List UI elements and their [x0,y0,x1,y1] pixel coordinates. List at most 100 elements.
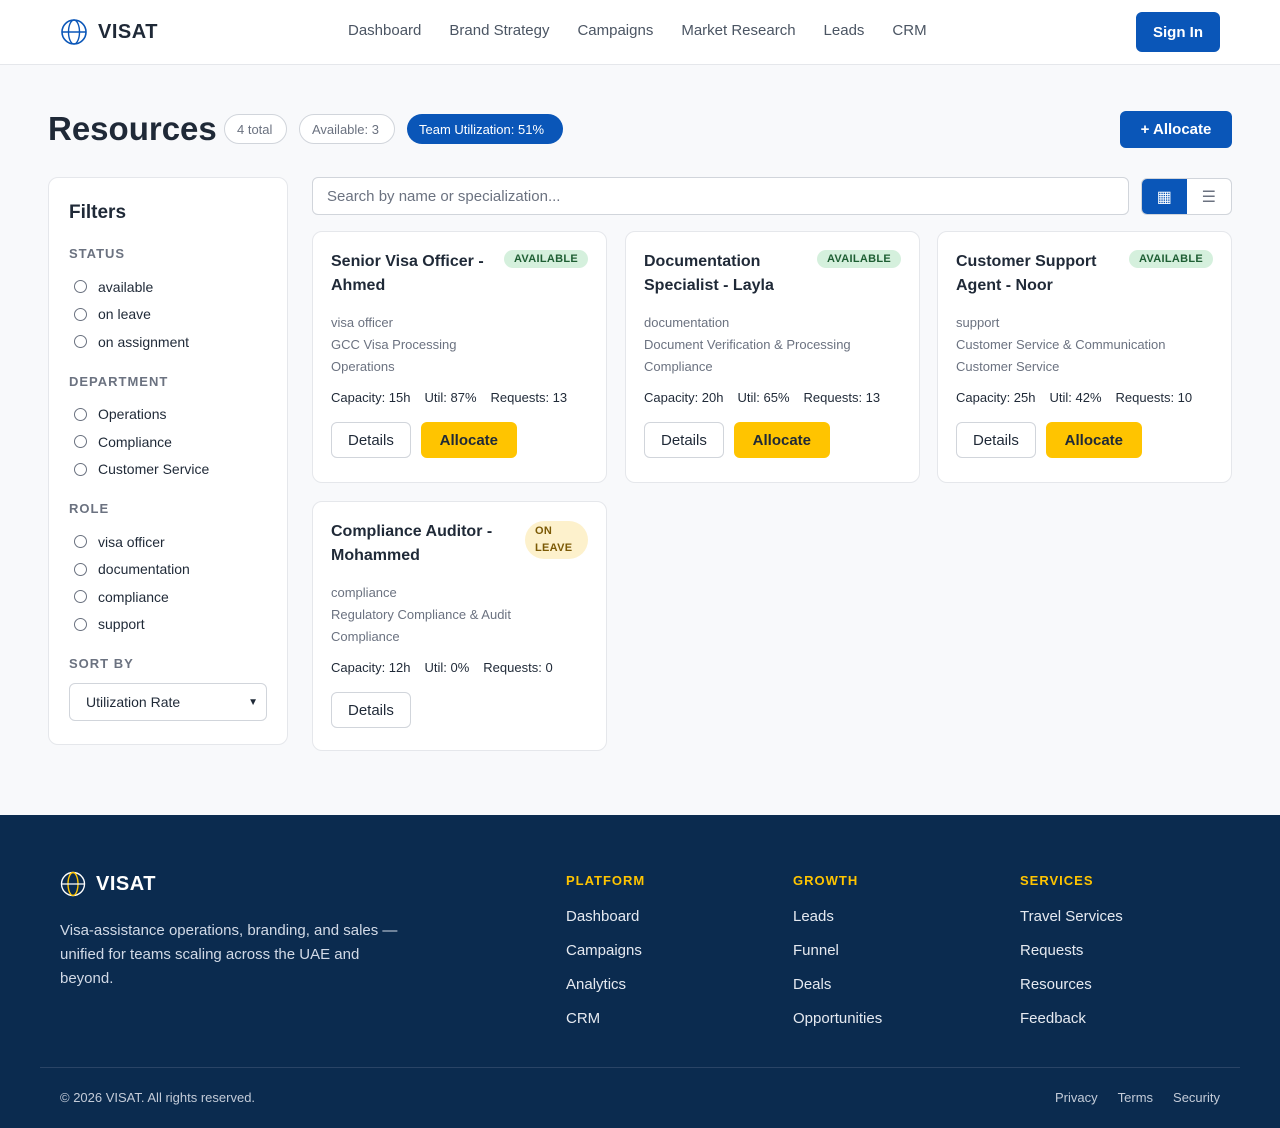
card-actions: Details Allocate [644,422,901,458]
radio-icon[interactable] [74,407,87,421]
resource-card: Senior Visa Officer - Ahmed AVAILABLE vi… [312,231,607,483]
footer-link-feedback[interactable]: Feedback [1020,1010,1123,1044]
footer-link-dashboard[interactable]: Dashboard [566,908,645,942]
footer-link-resources[interactable]: Resources [1020,976,1123,1010]
resource-department: Customer Service [956,359,1060,374]
status-option-on-assignment[interactable]: on assignment [69,328,267,356]
department-option-label: Operations [98,406,167,423]
details-button[interactable]: Details [331,692,411,728]
department-option-compliance[interactable]: Compliance [69,428,267,456]
sort-selected-value: Utilization Rate [86,694,181,710]
resource-role: compliance [331,585,397,600]
department-option-customer-service[interactable]: Customer Service [69,456,267,484]
card-actions: Details [331,692,588,728]
details-button[interactable]: Details [644,422,724,458]
footer-link-funnel[interactable]: Funnel [793,942,882,976]
status-option-available[interactable]: available [69,273,267,301]
radio-icon[interactable] [74,435,87,449]
status-filter-title: Status [69,246,126,261]
details-button[interactable]: Details [331,422,411,458]
radio-icon[interactable] [74,535,87,549]
top-navbar: VISAT Dashboard Brand Strategy Campaigns… [0,0,1280,65]
footer-link-crm[interactable]: CRM [566,1010,645,1044]
nav-leads[interactable]: Leads [824,22,865,39]
nav-brand-strategy[interactable]: Brand Strategy [449,22,549,39]
nav-market-research[interactable]: Market Research [681,22,795,39]
department-option-label: Compliance [98,433,172,450]
requests-stat: Requests: 13 [490,390,568,405]
role-option-documentation[interactable]: documentation [69,556,267,584]
resource-meta: documentation Document Verification & Pr… [644,312,901,378]
requests-stat: Requests: 10 [1115,390,1193,405]
brand[interactable]: VISAT [60,18,158,46]
radio-icon[interactable] [74,335,87,349]
copyright-text: © 2026 VISAT. All rights reserved. [60,1090,256,1105]
resource-meta: visa officer GCC Visa Processing Operati… [331,312,588,378]
sort-select[interactable]: Utilization Rate ▼ [69,683,267,721]
footer-link-analytics[interactable]: Analytics [566,976,645,1010]
util-stat: Util: 87% [424,390,477,405]
status-filter-group: Status available on leave on assignment [69,246,267,356]
util-stat: Util: 0% [424,660,470,675]
main-nav: Dashboard Brand Strategy Campaigns Marke… [348,22,927,39]
status-option-label: on leave [98,306,151,323]
nav-campaigns[interactable]: Campaigns [577,22,653,39]
footer-divider [40,1067,1240,1068]
resource-specialization: Document Verification & Processing [644,337,851,352]
resource-specialization: Customer Service & Communication [956,337,1166,352]
search-input[interactable] [312,177,1129,215]
nav-crm[interactable]: CRM [892,22,926,39]
nav-dashboard[interactable]: Dashboard [348,22,421,39]
card-allocate-button[interactable]: Allocate [420,422,517,458]
resource-card: Documentation Specialist - Layla AVAILAB… [625,231,920,483]
card-allocate-button[interactable]: Allocate [1045,422,1142,458]
resource-role: visa officer [331,315,393,330]
role-option-visa-officer[interactable]: visa officer [69,528,267,556]
resource-stats: Capacity: 12h Util: 0% Requests: 0 [331,660,588,675]
resource-meta: compliance Regulatory Compliance & Audit… [331,582,588,648]
footer-link-deals[interactable]: Deals [793,976,882,1010]
resource-title: Senior Visa Officer - Ahmed [331,253,484,294]
radio-icon[interactable] [74,590,87,604]
requests-stat: Requests: 13 [803,390,881,405]
radio-icon[interactable] [74,307,87,321]
footer-link-leads[interactable]: Leads [793,908,882,942]
resource-title: Compliance Auditor - Mohammed [331,523,493,564]
status-option-on-leave[interactable]: on leave [69,301,267,329]
footer-link-requests[interactable]: Requests [1020,942,1123,976]
radio-icon[interactable] [74,462,87,476]
team-utilization-badge: Team Utilization: 51% [407,114,563,144]
role-option-label: visa officer [98,533,165,550]
role-option-label: documentation [98,561,190,578]
resource-card: Compliance Auditor - Mohammed ON LEAVE c… [312,501,607,751]
privacy-link[interactable]: Privacy [1055,1090,1098,1105]
footer-link-opportunities[interactable]: Opportunities [793,1010,882,1044]
radio-icon[interactable] [74,280,87,294]
page-title: Resources [48,110,217,147]
status-badge: ON LEAVE [525,521,588,559]
capacity-stat: Capacity: 25h [956,390,1036,405]
terms-link[interactable]: Terms [1118,1090,1153,1105]
grid-view-icon[interactable]: ▦ [1142,179,1187,214]
resource-stats: Capacity: 25h Util: 42% Requests: 10 [956,390,1213,405]
footer-column-growth: Growth Leads Funnel Deals Opportunities [793,873,882,1044]
footer-link-campaigns[interactable]: Campaigns [566,942,645,976]
filters-panel: Filters Status available on leave on ass… [48,177,288,745]
details-button[interactable]: Details [956,422,1036,458]
department-option-operations[interactable]: Operations [69,401,267,429]
role-option-compliance[interactable]: compliance [69,583,267,611]
security-link[interactable]: Security [1173,1090,1220,1105]
allocate-button[interactable]: + Allocate [1120,111,1232,148]
footer-link-travel-services[interactable]: Travel Services [1020,908,1123,942]
footer-brand[interactable]: VISAT [60,871,156,897]
radio-icon[interactable] [74,617,87,631]
role-option-support[interactable]: support [69,611,267,639]
list-view-icon[interactable]: ☰ [1187,179,1232,214]
resource-department: Operations [331,359,395,374]
resource-stats: Capacity: 15h Util: 87% Requests: 13 [331,390,588,405]
radio-icon[interactable] [74,562,87,576]
footer-column-title: Platform [566,873,646,888]
card-allocate-button[interactable]: Allocate [733,422,830,458]
sign-in-button[interactable]: Sign In [1136,12,1220,52]
footer-column-platform: Platform Dashboard Campaigns Analytics C… [566,873,645,1044]
